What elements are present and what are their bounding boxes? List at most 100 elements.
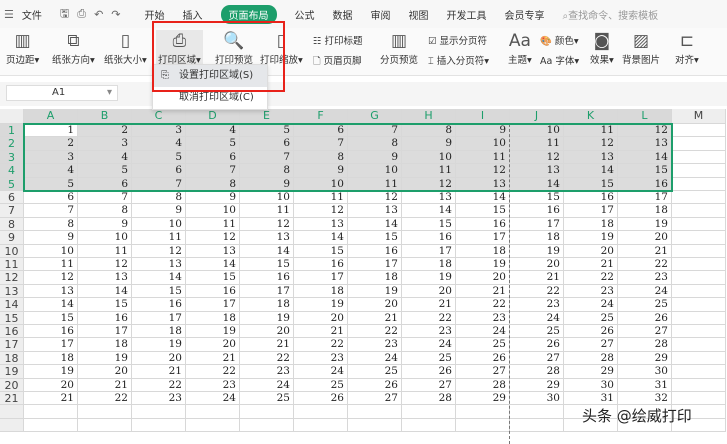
cell[interactable]: 32	[618, 392, 672, 406]
column-header[interactable]: K	[564, 109, 618, 124]
cell[interactable]: 18	[24, 351, 78, 366]
cell[interactable]: 23	[618, 271, 672, 285]
column-header[interactable]: M	[672, 109, 726, 124]
cell[interactable]	[672, 325, 726, 339]
cell[interactable]: 18	[186, 311, 240, 325]
cell[interactable]: 24	[456, 325, 510, 339]
cell[interactable]: 11	[240, 204, 294, 218]
cell[interactable]: 30	[510, 392, 564, 406]
cell[interactable]: 22	[78, 392, 132, 406]
header-footer-button[interactable]: 🗋 页眉页脚	[313, 53, 362, 70]
cell[interactable]: 27	[402, 378, 456, 392]
print-scale-button[interactable]: ▯ 打印缩放▾	[260, 30, 303, 66]
cell[interactable]: 20	[402, 284, 456, 299]
cell[interactable]: 15	[240, 258, 294, 272]
cell[interactable]: 17	[132, 311, 186, 325]
cell[interactable]: 27	[348, 392, 402, 406]
cell[interactable]	[456, 418, 510, 433]
row-header[interactable]: 20	[0, 378, 24, 392]
cell[interactable]: 14	[24, 298, 78, 312]
cell[interactable]: 22	[186, 365, 240, 379]
cell[interactable]: 29	[564, 365, 618, 379]
cell[interactable]: 13	[132, 258, 186, 272]
cell[interactable]: 18	[240, 298, 294, 312]
cell[interactable]	[672, 217, 726, 232]
cell[interactable]: 28	[618, 338, 672, 352]
cell[interactable]: 13	[240, 231, 294, 245]
cell[interactable]: 18	[348, 271, 402, 285]
cell[interactable]	[402, 418, 456, 433]
cell[interactable]: 9	[78, 217, 132, 232]
column-header[interactable]: G	[348, 109, 402, 124]
cell[interactable]	[672, 298, 726, 312]
print-area-button[interactable]: ⎙ 打印区域▾	[156, 30, 203, 66]
cell[interactable]: 23	[240, 365, 294, 379]
cell[interactable]: 22	[348, 325, 402, 339]
cell[interactable]: 17	[564, 204, 618, 218]
row-header[interactable]	[0, 405, 24, 419]
cell[interactable]: 14	[294, 231, 348, 245]
cell[interactable]: 21	[618, 244, 672, 258]
cell[interactable]: 25	[510, 325, 564, 339]
cell[interactable]: 13	[294, 217, 348, 232]
cell[interactable]: 21	[240, 338, 294, 352]
margins-button[interactable]: ▥ 页边距▾	[6, 30, 39, 66]
cell[interactable]: 26	[402, 365, 456, 379]
cell[interactable]	[672, 258, 726, 272]
cell[interactable]: 8	[132, 191, 186, 205]
cell[interactable]: 14	[186, 258, 240, 272]
cell[interactable]	[186, 405, 240, 419]
cell[interactable]: 15	[78, 298, 132, 312]
print-icon[interactable]: ⎙	[77, 7, 86, 21]
cell[interactable]: 20	[132, 351, 186, 366]
row-header[interactable]: 16	[0, 325, 24, 339]
cell[interactable]	[294, 418, 348, 433]
cell[interactable]: 19	[348, 284, 402, 299]
cell[interactable]	[672, 244, 726, 258]
cell[interactable]	[24, 405, 78, 419]
cell[interactable]: 23	[510, 298, 564, 312]
row-header[interactable]: 21	[0, 392, 24, 406]
cell[interactable]: 26	[348, 378, 402, 392]
cell[interactable]: 21	[348, 311, 402, 325]
cell[interactable]: 15	[24, 311, 78, 325]
cell[interactable]: 12	[132, 244, 186, 258]
cell[interactable]: 9	[186, 191, 240, 205]
name-box[interactable]: A1 ▾	[6, 85, 118, 101]
cell[interactable]: 14	[456, 191, 510, 205]
cell[interactable]: 11	[294, 191, 348, 205]
cell[interactable]: 23	[186, 378, 240, 392]
cell[interactable]: 16	[510, 204, 564, 218]
cell[interactable]: 25	[348, 365, 402, 379]
cell[interactable]: 20	[564, 244, 618, 258]
row-header[interactable]: 15	[0, 311, 24, 325]
cell[interactable]: 28	[402, 392, 456, 406]
row-header[interactable]: 3	[0, 150, 24, 165]
cell[interactable]: 21	[186, 351, 240, 366]
cell[interactable]: 24	[510, 311, 564, 325]
tab-home[interactable]: 开始	[145, 7, 165, 22]
cell[interactable]: 22	[132, 378, 186, 392]
cell[interactable]: 18	[510, 231, 564, 245]
cell[interactable]	[78, 405, 132, 419]
cell[interactable]: 18	[402, 258, 456, 272]
cell[interactable]: 24	[618, 284, 672, 299]
tab-page-layout[interactable]: 页面布局	[220, 4, 277, 24]
cell[interactable]: 13	[402, 191, 456, 205]
show-page-breaks-checkbox[interactable]: ☑ 显示分页符	[428, 33, 487, 47]
row-header[interactable]: 9	[0, 231, 24, 245]
cell[interactable]: 10	[240, 191, 294, 205]
cell[interactable]: 11	[78, 244, 132, 258]
cell[interactable]: 15	[402, 217, 456, 232]
cell[interactable]: 21	[24, 392, 78, 406]
background-button[interactable]: ▨ 背景图片	[622, 30, 660, 66]
print-preview-button[interactable]: 🔍 打印预览	[215, 30, 253, 66]
undo-icon[interactable]: ↶	[94, 8, 103, 21]
row-header[interactable]: 11	[0, 258, 24, 272]
cell[interactable]	[672, 124, 726, 138]
column-header[interactable]: J	[510, 109, 564, 124]
cell[interactable]: 15	[348, 231, 402, 245]
row-header[interactable]: 2	[0, 137, 24, 151]
cell[interactable]: 26	[294, 392, 348, 406]
cell[interactable]: 12	[24, 271, 78, 285]
